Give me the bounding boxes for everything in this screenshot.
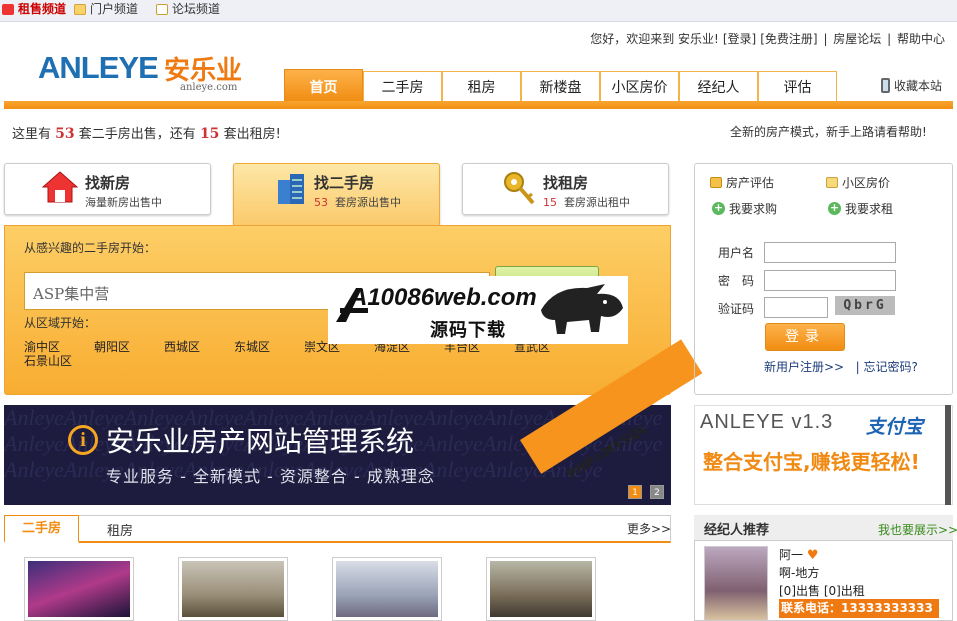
- username-label: 用户名: [718, 246, 755, 260]
- nav-tab-newhome[interactable]: 新楼盘: [521, 71, 600, 101]
- captcha-image[interactable]: QbrG: [835, 296, 895, 315]
- district-link[interactable]: 朝阳区: [94, 338, 130, 355]
- key-icon: [504, 172, 535, 205]
- main-nav: 首页 二手房 租房 新楼盘 小区房价 经纪人 评估: [284, 69, 837, 101]
- district-link[interactable]: 石景山区: [24, 352, 72, 369]
- house-small-icon: [710, 177, 722, 188]
- welcome-text: 您好，欢迎来到 安乐业!: [590, 32, 719, 46]
- phone-icon: [881, 78, 890, 93]
- banner-page-1[interactable]: 1: [628, 485, 642, 499]
- login-link[interactable]: [登录]: [723, 32, 756, 46]
- heart-icon: ♥: [806, 548, 819, 563]
- tab-secondhand[interactable]: 二手房: [4, 515, 79, 543]
- captcha-field[interactable]: [764, 297, 828, 318]
- forum-link[interactable]: 房屋论坛: [833, 32, 881, 46]
- search-tab-secondhand[interactable]: 找二手房 53 套房源出售中: [233, 163, 440, 227]
- folder-icon: [826, 177, 838, 188]
- listing-thumbnail[interactable]: [24, 557, 134, 621]
- agent-phone: 联系电话：13333333333: [779, 599, 939, 618]
- password-label: 密 码: [718, 274, 755, 288]
- register-links: 新用户注册>> | 忘记密码?: [764, 360, 918, 374]
- nav-tab-agent[interactable]: 经纪人: [679, 71, 758, 101]
- agent-name-row: 阿一 ♥: [779, 546, 819, 563]
- nav-tab-community-price[interactable]: 小区房价: [600, 71, 679, 101]
- sale-count: 53: [55, 126, 75, 142]
- district-link[interactable]: 西城区: [164, 338, 200, 355]
- listing-thumbnail[interactable]: [332, 557, 442, 621]
- username-field[interactable]: [764, 242, 896, 263]
- listing-thumbnail[interactable]: [486, 557, 596, 621]
- forgot-password-link[interactable]: 忘记密码?: [863, 360, 917, 374]
- banner-page-2[interactable]: 2: [650, 485, 664, 499]
- agent-location: 啊-地方: [779, 566, 820, 580]
- agent-photo[interactable]: [704, 546, 768, 621]
- building-icon: [278, 174, 304, 204]
- agent-title: 经纪人推荐: [704, 523, 770, 538]
- register-link[interactable]: [免费注册]: [760, 32, 817, 46]
- district-label: 从区域开始：: [24, 316, 97, 330]
- nav-tab-evaluate[interactable]: 评估: [758, 71, 837, 101]
- house-icon: [41, 171, 79, 203]
- banner-subtitle: 专业服务 - 全新模式 - 资源整合 - 成熟理念: [106, 467, 435, 486]
- alipay-logo: 支付宝: [866, 416, 924, 438]
- listing-tabbar: [4, 515, 671, 543]
- alipay-side-bar: [945, 405, 951, 505]
- plus-icon: +: [828, 201, 841, 215]
- nav-tab-secondhand[interactable]: 二手房: [363, 71, 442, 101]
- link-want-rent[interactable]: + 我要求租: [828, 200, 893, 217]
- nav-tab-home[interactable]: 首页: [284, 69, 363, 101]
- help-guide-link[interactable]: 全新的房产模式，新手上路请看帮助!: [730, 123, 927, 140]
- nav-underline: [4, 101, 953, 109]
- plus-icon: +: [712, 201, 725, 215]
- lock-icon: [156, 3, 168, 15]
- rent-count: 15: [199, 126, 220, 142]
- home-icon: [2, 3, 14, 15]
- listing-thumbnail[interactable]: [178, 557, 288, 621]
- tab-rent[interactable]: 租房: [107, 520, 133, 539]
- watermark-site: A10086web.com: [350, 284, 537, 311]
- banner-title: i 安乐业房产网站管理系统: [68, 420, 414, 460]
- agent-show-link[interactable]: 我也要展示>>: [878, 521, 957, 538]
- search-tab-rent[interactable]: 找租房 15 套房源出租中: [462, 163, 669, 215]
- page-icon: [74, 3, 86, 15]
- channel-rent-sale[interactable]: 租售频道: [2, 0, 66, 18]
- top-bar: 租售频道 门户频道 论坛频道: [0, 0, 957, 22]
- district-link[interactable]: 东城区: [234, 338, 270, 355]
- stats-line: 这里有 53 套二手房出售，还有 15 套出租房!: [12, 126, 281, 142]
- rhino-icon: [541, 284, 623, 334]
- password-field[interactable]: [764, 270, 896, 291]
- info-icon: i: [68, 425, 98, 455]
- new-user-register-link[interactable]: 新用户注册>>: [764, 360, 844, 374]
- alipay-slogan: 整合支付宝,赚钱更轻松!: [703, 450, 920, 474]
- channel-forum[interactable]: 论坛频道: [156, 0, 220, 18]
- help-link[interactable]: 帮助中心: [897, 32, 945, 46]
- agent-name[interactable]: 阿一: [779, 548, 803, 562]
- nav-tab-rent[interactable]: 租房: [442, 71, 521, 101]
- agent-counts: [0]出售 [0]出租: [779, 584, 865, 598]
- link-community-price[interactable]: 小区房价: [826, 174, 890, 191]
- link-evaluate[interactable]: 房产评估: [710, 174, 774, 191]
- channel-portal[interactable]: 门户频道: [74, 0, 138, 18]
- alipay-version: ANLEYE v1.3: [700, 411, 834, 433]
- watermark-text: 源码下载: [430, 320, 506, 341]
- favorite-link[interactable]: 收藏本站: [881, 77, 942, 94]
- more-link[interactable]: 更多>>: [627, 520, 671, 537]
- search-hint: 从感兴趣的二手房开始：: [24, 241, 157, 255]
- user-links: 您好，欢迎来到 安乐业! [登录] [免费注册] | 房屋论坛 | 帮助中心: [590, 32, 945, 46]
- login-button[interactable]: 登录: [765, 323, 845, 351]
- captcha-label: 验证码: [718, 302, 755, 316]
- logo-en[interactable]: ANLEYE: [38, 50, 159, 86]
- link-want-buy[interactable]: + 我要求购: [712, 200, 777, 217]
- logo-url: anleye.com: [180, 82, 238, 93]
- search-tab-new[interactable]: 找新房 海量新房出售中: [4, 163, 211, 215]
